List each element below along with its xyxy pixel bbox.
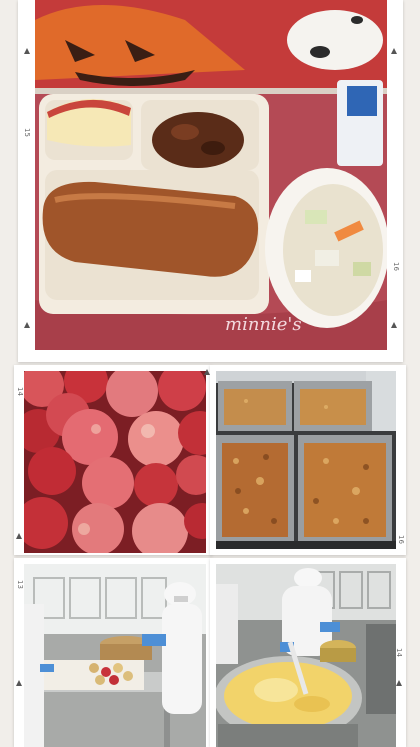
apples-photo-frame: 14 bbox=[14, 365, 212, 555]
lunch-photo-frame: minnie's 15 16 bbox=[18, 0, 403, 362]
kitchen-prep-photo-frame: 13 bbox=[14, 558, 212, 747]
page-mark-baked: 16 bbox=[397, 535, 405, 544]
page-mark-kitchen-left: 13 bbox=[16, 580, 24, 589]
corner-arrow-icon bbox=[16, 680, 22, 686]
corner-arrow-icon bbox=[24, 48, 30, 54]
kitchen-pot-photo-frame: 14 bbox=[210, 558, 406, 747]
corner-arrow-icon bbox=[396, 680, 402, 686]
baked-dish-photo[interactable] bbox=[216, 371, 396, 549]
cooking-pot-photo[interactable] bbox=[216, 564, 396, 747]
corner-arrow-icon bbox=[16, 533, 22, 539]
corner-arrow-icon bbox=[391, 48, 397, 54]
page-mark-kitchen-right: 14 bbox=[395, 648, 403, 657]
page-mark-apples: 14 bbox=[16, 387, 24, 396]
page-mark-left-top: 15 bbox=[23, 128, 31, 137]
apples-photo[interactable] bbox=[24, 371, 206, 553]
baked-photo-frame: 16 bbox=[210, 365, 406, 555]
svg-text:minnie's: minnie's bbox=[225, 314, 302, 335]
corner-arrow-icon bbox=[391, 322, 397, 328]
corner-arrow-icon bbox=[24, 322, 30, 328]
kitchen-photo[interactable] bbox=[24, 564, 206, 747]
lunch-tray-photo[interactable]: minnie's bbox=[35, 0, 387, 350]
page-mark-right-top: 16 bbox=[392, 262, 400, 271]
